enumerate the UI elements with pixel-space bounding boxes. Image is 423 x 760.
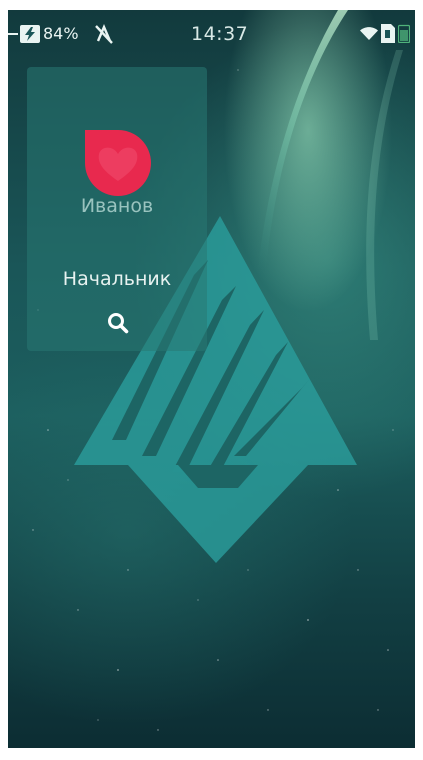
no-signal-icon <box>95 23 113 44</box>
heart-bubble-icon <box>85 130 151 196</box>
contact-name: Иванов <box>80 195 154 217</box>
charging-bolt-icon <box>20 25 40 43</box>
status-divider <box>8 33 18 35</box>
status-bar: 84% 14:37 <box>8 10 415 58</box>
wifi-icon <box>360 27 378 40</box>
battery-percent: 84% <box>43 24 79 43</box>
contact-role: Начальник <box>62 268 172 290</box>
home-screen: 84% 14:37 Иванов Начальник <box>8 10 415 748</box>
sim-card-icon <box>381 24 395 43</box>
search-icon[interactable] <box>107 312 129 334</box>
battery-icon <box>398 24 410 43</box>
app-cover[interactable]: Иванов Начальник <box>27 67 207 351</box>
status-clock: 14:37 <box>191 23 249 45</box>
